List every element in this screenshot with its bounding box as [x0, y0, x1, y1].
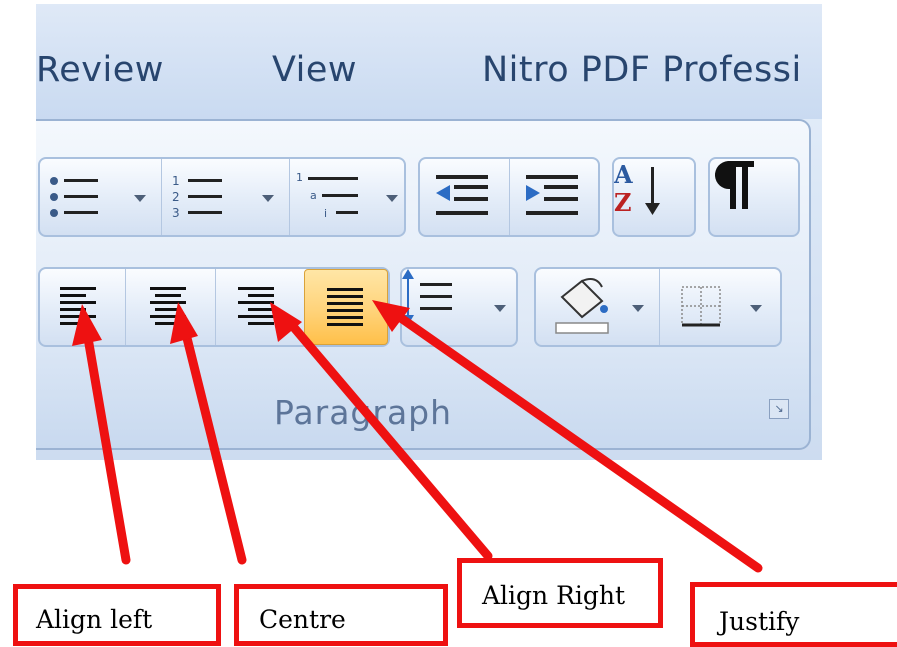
arrowhead-align-left: [72, 304, 102, 346]
arrow-justify: [393, 311, 763, 573]
annotation-arrows: [72, 300, 763, 573]
arrowhead-centre: [170, 302, 198, 344]
arrow-centre: [181, 329, 247, 565]
arrow-align-left: [83, 333, 131, 565]
